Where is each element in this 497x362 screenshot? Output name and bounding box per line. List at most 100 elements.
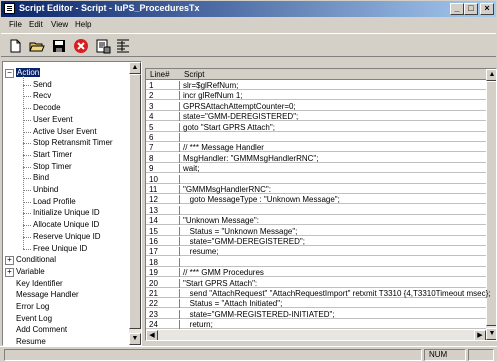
editor-scroll-down-icon[interactable]: ▼: [486, 328, 496, 340]
script-grid[interactable]: Line# Script ▲ ▼ ◀ ▶ 1 slr=$glRefNum; 2 inc…: [145, 68, 497, 341]
script-row[interactable]: 5 goto "Start GPRS Attach";: [146, 122, 486, 132]
editor-scroll-up-icon[interactable]: ▲: [486, 69, 496, 81]
tree-item-label[interactable]: Initialize Unique ID: [33, 208, 100, 217]
maximize-button[interactable]: □: [464, 3, 478, 15]
editor-scroll-left-icon[interactable]: ◀: [146, 330, 158, 340]
print-preview-icon[interactable]: [95, 38, 111, 54]
editor-vertical-scrollbar[interactable]: ▲ ▼: [486, 69, 496, 340]
tree-item-label[interactable]: Action: [16, 68, 41, 77]
script-row[interactable]: 8 MsgHandler: "GMMMsgHandlerRNC";: [146, 153, 486, 163]
script-row[interactable]: 4 state="GMM-DEREGISTERED";: [146, 112, 486, 122]
editor-horizontal-scrollbar[interactable]: ◀ ▶: [146, 330, 486, 340]
menu-view[interactable]: View: [51, 20, 68, 29]
tree-item-label[interactable]: Decode: [33, 103, 61, 112]
title-bar[interactable]: Script Editor - Script - IuPS_Procedures…: [1, 1, 496, 17]
tree-vertical-scrollbar[interactable]: ▲ ▼: [129, 62, 141, 345]
script-code[interactable]: goto "Start GPRS Attach";: [183, 123, 275, 132]
script-row[interactable]: 7// *** Message Handler: [146, 143, 486, 153]
header-line-number[interactable]: Line#: [150, 70, 170, 79]
line-number: 19: [146, 268, 180, 278]
tree-item-label[interactable]: Active User Event: [33, 127, 97, 136]
header-script[interactable]: Script: [184, 70, 204, 79]
script-row[interactable]: 14 "Unknown Message":: [146, 216, 486, 226]
script-code[interactable]: send "AttachRequest" "AttachRequestImpor…: [183, 289, 491, 298]
script-row[interactable]: 11 "GMMMsgHandlerRNC":: [146, 185, 486, 194]
close-button[interactable]: ×: [480, 3, 494, 15]
script-code[interactable]: // *** Message Handler: [183, 143, 264, 152]
expand-icon[interactable]: +: [5, 267, 14, 277]
collapse-icon[interactable]: −: [5, 69, 14, 78]
script-row[interactable]: 6: [146, 133, 486, 142]
script-row[interactable]: 1 slr=$glRefNum;: [146, 81, 486, 90]
action-tree[interactable]: ▲ ▼ − Action Send Recv Decode User Event Activ…: [2, 61, 142, 346]
tree-item-label[interactable]: Error Log: [16, 302, 49, 311]
script-code[interactable]: Status = "Unknown Message";: [183, 227, 298, 236]
tree-item-label[interactable]: Event Log: [16, 314, 52, 323]
tree-item-label[interactable]: Resume: [16, 337, 46, 345]
script-code[interactable]: goto MessageType : "Unknown Message";: [183, 195, 340, 204]
open-folder-icon[interactable]: [29, 38, 45, 54]
script-row[interactable]: 9 wait;: [146, 164, 486, 174]
tree-item-label[interactable]: Conditional: [16, 255, 56, 264]
save-icon[interactable]: [51, 38, 67, 54]
new-file-icon[interactable]: [7, 38, 23, 54]
script-code[interactable]: GPRSAttachAttemptCounter=0;: [183, 102, 296, 111]
script-row[interactable]: 22 Status = "Attach Initiated";: [146, 299, 486, 309]
tree-item-label[interactable]: Stop Retransmit Timer: [33, 138, 113, 147]
tree-scroll-up-icon[interactable]: ▲: [129, 62, 141, 74]
tree-item-label[interactable]: Send: [33, 80, 52, 89]
script-code[interactable]: wait;: [183, 164, 199, 173]
script-row[interactable]: 2 incr glRefNum 1;: [146, 91, 486, 101]
tree-item-label[interactable]: Stop Timer: [33, 162, 72, 171]
script-row[interactable]: 16 state="GMM-DEREGISTERED";: [146, 237, 486, 246]
tree-scroll-thumb[interactable]: [129, 74, 141, 329]
tree-item-label[interactable]: Reserve Unique ID: [33, 232, 101, 241]
script-code[interactable]: "Start GPRS Attach":: [183, 279, 257, 288]
tree-item-label[interactable]: User Event: [33, 115, 73, 124]
script-code[interactable]: MsgHandler: "GMMMsgHandlerRNC";: [183, 154, 319, 163]
script-row[interactable]: 13: [146, 205, 486, 215]
script-code[interactable]: incr glRefNum 1;: [183, 91, 243, 100]
script-code[interactable]: "GMMMsgHandlerRNC":: [183, 185, 271, 194]
tree-item-label[interactable]: Add Comment: [16, 325, 67, 334]
script-row[interactable]: 23 state="GMM-REGISTERED-INITIATED";: [146, 309, 486, 319]
tree-item-label[interactable]: Recv: [33, 91, 51, 100]
script-code[interactable]: state="GMM-DEREGISTERED";: [183, 237, 305, 246]
script-row[interactable]: 21 send "AttachRequest" "AttachRequestIm…: [146, 289, 491, 298]
script-code[interactable]: state="GMM-DEREGISTERED";: [183, 112, 298, 121]
editor-scroll-right-icon[interactable]: ▶: [474, 330, 486, 340]
tree-item-label[interactable]: Allocate Unique ID: [33, 220, 99, 229]
script-code[interactable]: resume;: [183, 247, 219, 256]
expand-icon[interactable]: +: [5, 256, 14, 266]
script-code[interactable]: Status = "Attach Initiated";: [183, 299, 283, 308]
tree-item-label[interactable]: Variable: [16, 267, 45, 276]
menu-help[interactable]: Help: [75, 20, 91, 29]
script-code[interactable]: state="GMM-REGISTERED-INITIATED";: [183, 310, 335, 319]
script-row[interactable]: 10: [146, 174, 486, 184]
menu-file[interactable]: File: [9, 20, 22, 29]
script-row[interactable]: 3 GPRSAttachAttemptCounter=0;: [146, 101, 486, 111]
menu-edit[interactable]: Edit: [29, 20, 43, 29]
tree-item-label[interactable]: Start Timer: [33, 150, 72, 159]
script-row[interactable]: 18: [146, 257, 486, 267]
stop-icon[interactable]: [73, 38, 89, 54]
tree-item-label[interactable]: Unbind: [33, 185, 58, 194]
tree-item-label[interactable]: Load Profile: [33, 197, 76, 206]
script-code[interactable]: slr=$glRefNum;: [183, 81, 238, 90]
script-code[interactable]: return;: [183, 320, 213, 329]
script-row[interactable]: 19// *** GMM Procedures: [146, 268, 486, 278]
tree-item-label[interactable]: Key Identifier: [16, 279, 63, 288]
tree-item-label[interactable]: Bind: [33, 173, 49, 182]
tree-item-label[interactable]: Message Handler: [16, 290, 79, 299]
minimize-button[interactable]: _: [450, 3, 464, 15]
script-row[interactable]: 24 return;: [146, 320, 486, 330]
script-row[interactable]: 12 goto MessageType : "Unknown Message";: [146, 195, 486, 205]
script-code[interactable]: // *** GMM Procedures: [183, 268, 264, 277]
script-code[interactable]: "Unknown Message":: [183, 216, 259, 225]
script-row[interactable]: 17 resume;: [146, 247, 486, 257]
tree-item-label[interactable]: Free Unique ID: [33, 244, 87, 253]
tree-scroll-down-icon[interactable]: ▼: [129, 333, 141, 345]
script-row[interactable]: 20 "Start GPRS Attach":: [146, 278, 486, 288]
align-icon[interactable]: [115, 38, 131, 54]
script-row[interactable]: 15 Status = "Unknown Message";: [146, 226, 486, 236]
